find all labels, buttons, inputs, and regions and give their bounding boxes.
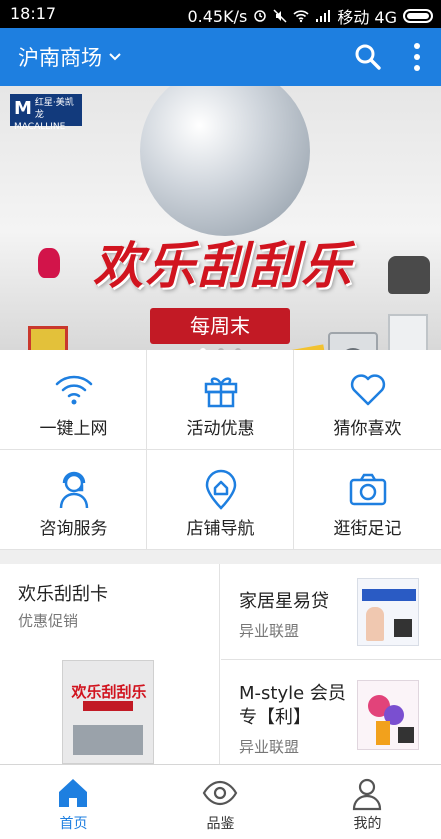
promo-card-member[interactable]: M-style 会员专【利】 异业联盟 [221, 660, 441, 764]
signal-icon [316, 10, 331, 22]
grid-item-label: 店铺导航 [186, 519, 255, 539]
disco-ball-graphic [140, 86, 310, 236]
search-icon[interactable] [353, 42, 383, 72]
qr-code-icon [398, 727, 414, 743]
more-vertical-icon[interactable] [409, 41, 425, 73]
grid-item-label: 逛街足记 [333, 519, 402, 539]
qr-code-icon [394, 619, 412, 637]
promo-subtitle: 异业联盟 [239, 622, 300, 640]
banner-title: 欢乐刮刮乐 [93, 237, 353, 295]
eye-icon [202, 780, 238, 806]
grid-item-navigation[interactable]: 店铺导航 [147, 450, 294, 550]
nav-item-profile[interactable]: 我的 [294, 765, 441, 839]
network-speed: 0.45K/s [187, 6, 248, 26]
brand-name-en: MACALLINE [14, 122, 66, 132]
user-icon [352, 778, 382, 811]
wifi-status-icon [293, 10, 309, 23]
promo-title: M-style 会员专【利】 [239, 683, 346, 728]
chevron-down-icon [109, 53, 121, 61]
promo-banner[interactable]: M 红星·美凯龙 MACALLINE 欢乐刮刮乐 每周末 [0, 86, 441, 350]
promo-card-scratch[interactable]: 欢乐刮刮卡 优惠促销 欢乐刮刮乐 [0, 564, 220, 764]
nav-label: 我的 [353, 816, 382, 832]
promo-title: 家居星易贷 [239, 591, 329, 612]
status-time: 18:17 [10, 4, 57, 23]
home-icon [59, 779, 87, 807]
grid-item-label: 一键上网 [39, 419, 108, 439]
section-divider [0, 550, 441, 564]
nav-label: 品鉴 [206, 816, 235, 832]
map-pin-icon [205, 469, 237, 510]
bottom-nav: 首页 品鉴 我的 [0, 764, 441, 839]
thumbnail-text: 欢乐刮刮乐 [71, 683, 147, 701]
promo-subtitle: 异业联盟 [239, 738, 300, 756]
status-indicators: 0.45K/s 移动 4G [187, 4, 433, 28]
promo-thumbnail [357, 578, 419, 646]
mall-selector[interactable]: 沪南商场 [18, 42, 122, 72]
grid-item-footprints[interactable]: 逛街足记 [294, 450, 441, 550]
alarm-icon [254, 10, 267, 22]
heart-icon [350, 374, 386, 406]
promo-title: 欢乐刮刮卡 [18, 584, 108, 605]
app-screen: 18:17 0.45K/s 移动 4G 沪南商场 M 红星·美凯龙 MACALL… [0, 0, 441, 839]
feature-grid: 一键上网 活动优惠 猜你喜欢 咨询服务 店铺导航 逛街足记 [0, 350, 441, 550]
battery-icon [403, 9, 433, 23]
grid-item-service[interactable]: 咨询服务 [0, 450, 147, 550]
grid-item-offers[interactable]: 活动优惠 [147, 350, 294, 450]
promo-subtitle: 优惠促销 [18, 612, 79, 630]
nav-item-explore[interactable]: 品鉴 [147, 765, 294, 839]
brand-logo: M 红星·美凯龙 MACALLINE [10, 94, 82, 132]
app-header: 沪南商场 [0, 28, 441, 86]
grid-item-wifi[interactable]: 一键上网 [0, 350, 147, 450]
grid-item-label: 活动优惠 [186, 419, 255, 439]
nav-label: 首页 [59, 816, 88, 832]
lamp-graphic [38, 248, 60, 278]
status-bar: 18:17 0.45K/s 移动 4G [0, 0, 441, 28]
camera-icon [349, 473, 387, 506]
wifi-icon [55, 375, 93, 405]
grid-item-label: 猜你喜欢 [333, 419, 402, 439]
page-title: 沪南商场 [18, 46, 102, 70]
grid-item-likes[interactable]: 猜你喜欢 [294, 350, 441, 450]
carrier-label: 移动 4G [337, 8, 397, 27]
chair-graphic [388, 256, 430, 294]
promo-thumbnail: 欢乐刮刮乐 [62, 660, 154, 764]
promo-card-loan[interactable]: 家居星易贷 异业联盟 [221, 564, 441, 660]
nav-item-home[interactable]: 首页 [0, 765, 147, 839]
gift-icon [204, 377, 238, 408]
mute-icon [273, 9, 287, 23]
grid-item-label: 咨询服务 [39, 519, 108, 539]
promo-thumbnail [357, 680, 419, 750]
headset-icon [59, 471, 89, 509]
